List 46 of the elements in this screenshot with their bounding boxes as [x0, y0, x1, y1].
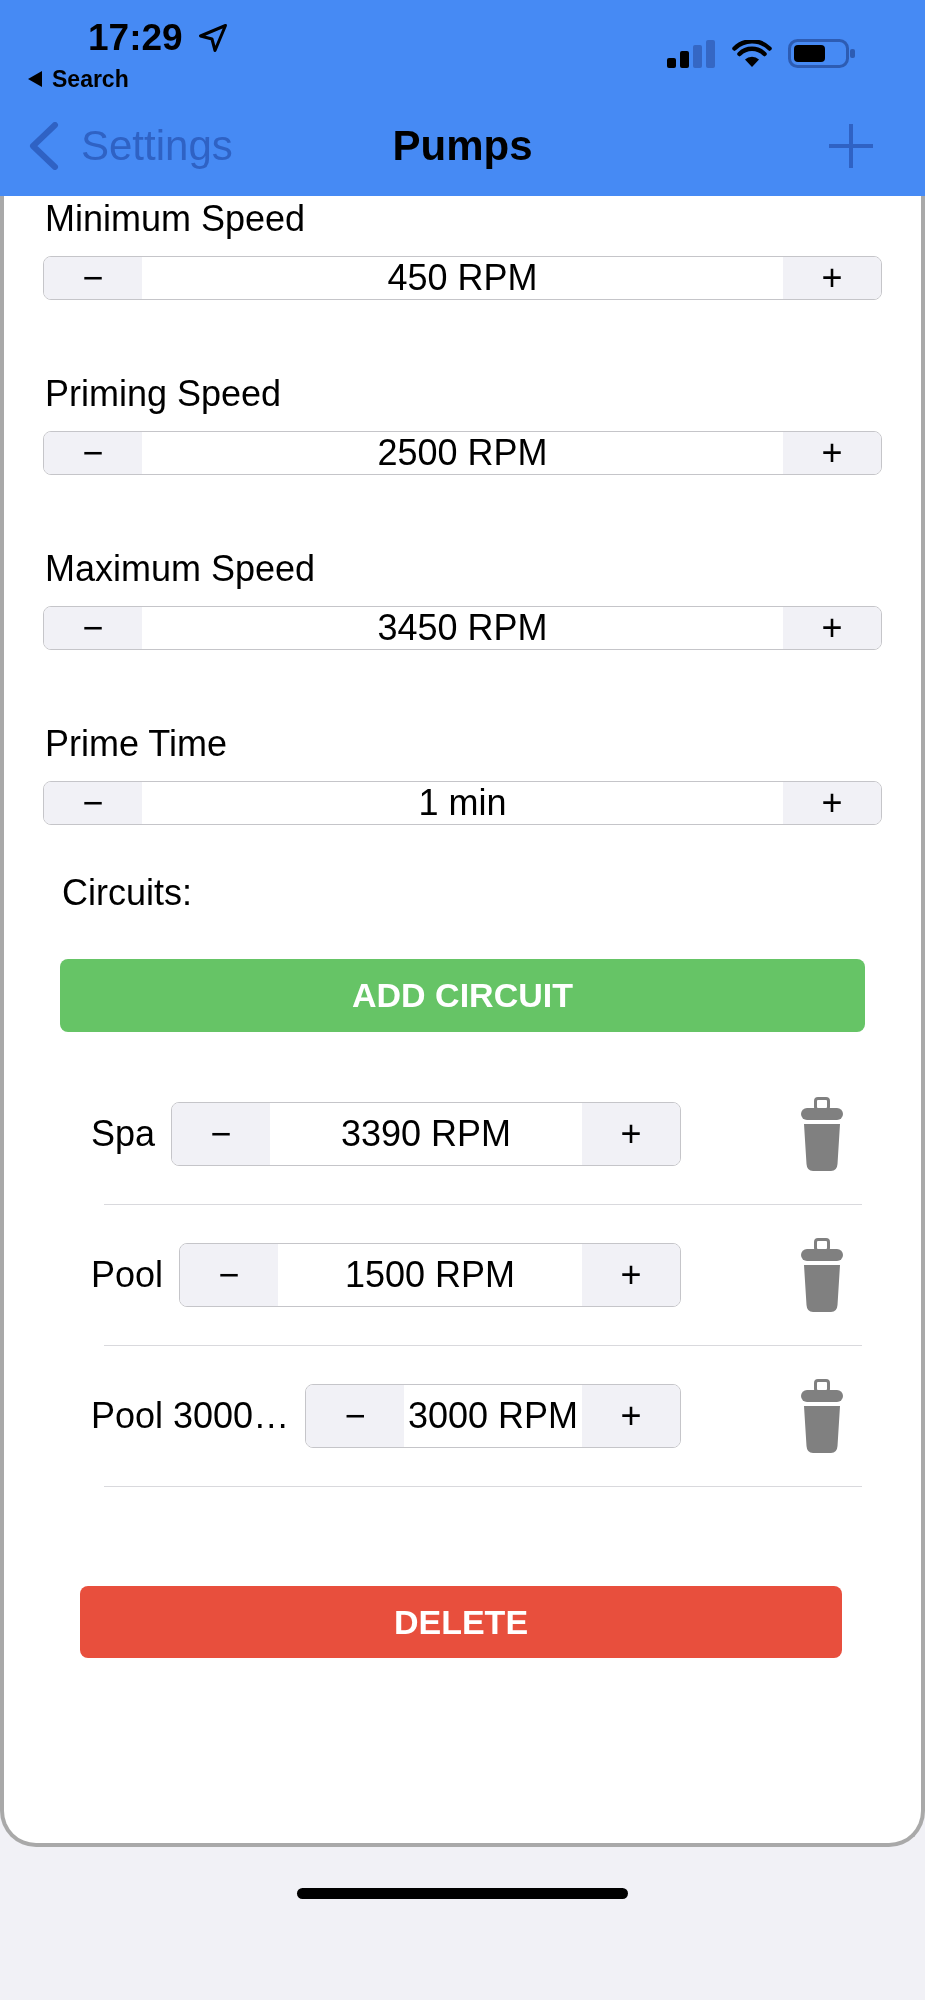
- setting-label: Prime Time: [45, 723, 228, 765]
- decrement-button[interactable]: −: [172, 1103, 271, 1165]
- decrement-button[interactable]: −: [44, 607, 142, 649]
- setting-label: Maximum Speed: [45, 548, 316, 590]
- chevron-left-icon: [29, 122, 59, 170]
- delete-circuit-button[interactable]: [801, 1379, 843, 1453]
- setting-label: Priming Speed: [45, 373, 282, 415]
- trash-icon: [801, 1379, 843, 1453]
- back-to-app-link[interactable]: Search: [28, 66, 129, 92]
- stepper-value: 1500 RPM: [345, 1254, 516, 1296]
- increment-button[interactable]: +: [582, 1103, 680, 1165]
- increment-button[interactable]: +: [783, 432, 881, 474]
- page-title: Pumps: [392, 122, 533, 170]
- circuit-name: Pool: [91, 1254, 164, 1296]
- stepper-value: 3390 RPM: [341, 1113, 512, 1155]
- circuits-heading: Circuits:: [62, 872, 192, 914]
- stepper-value: 3000 RPM: [408, 1395, 579, 1437]
- decrement-button[interactable]: −: [44, 257, 142, 299]
- decrement-button[interactable]: −: [44, 432, 142, 474]
- decrement-button[interactable]: −: [44, 782, 142, 824]
- stepper-value: 3450 RPM: [377, 607, 548, 649]
- increment-button[interactable]: +: [783, 782, 881, 824]
- stepper-value: 2500 RPM: [377, 432, 548, 474]
- signal-icon: [667, 39, 716, 68]
- decrement-button[interactable]: −: [180, 1244, 279, 1306]
- increment-button[interactable]: +: [783, 257, 881, 299]
- wifi-icon: [732, 39, 772, 68]
- trash-icon: [801, 1097, 843, 1171]
- increment-button[interactable]: +: [582, 1385, 680, 1447]
- increment-button[interactable]: +: [783, 607, 881, 649]
- back-triangle-icon: [28, 71, 42, 87]
- trash-icon: [801, 1238, 843, 1312]
- delete-circuit-button[interactable]: [801, 1097, 843, 1171]
- plus-icon: [828, 123, 874, 169]
- stepper-value: 1 min: [418, 782, 507, 824]
- delete-button[interactable]: DELETE: [80, 1586, 842, 1658]
- decrement-button[interactable]: −: [306, 1385, 405, 1447]
- delete-circuit-button[interactable]: [801, 1238, 843, 1312]
- setting-label: Minimum Speed: [45, 198, 306, 240]
- battery-icon: [788, 39, 855, 68]
- status-time: 17:29: [88, 18, 183, 58]
- location-arrow-icon: [197, 23, 228, 53]
- circuit-name: Spa: [91, 1113, 156, 1155]
- increment-button[interactable]: +: [582, 1244, 680, 1306]
- circuit-name: Pool 3000…: [91, 1395, 290, 1437]
- stepper-value: 450 RPM: [387, 257, 538, 299]
